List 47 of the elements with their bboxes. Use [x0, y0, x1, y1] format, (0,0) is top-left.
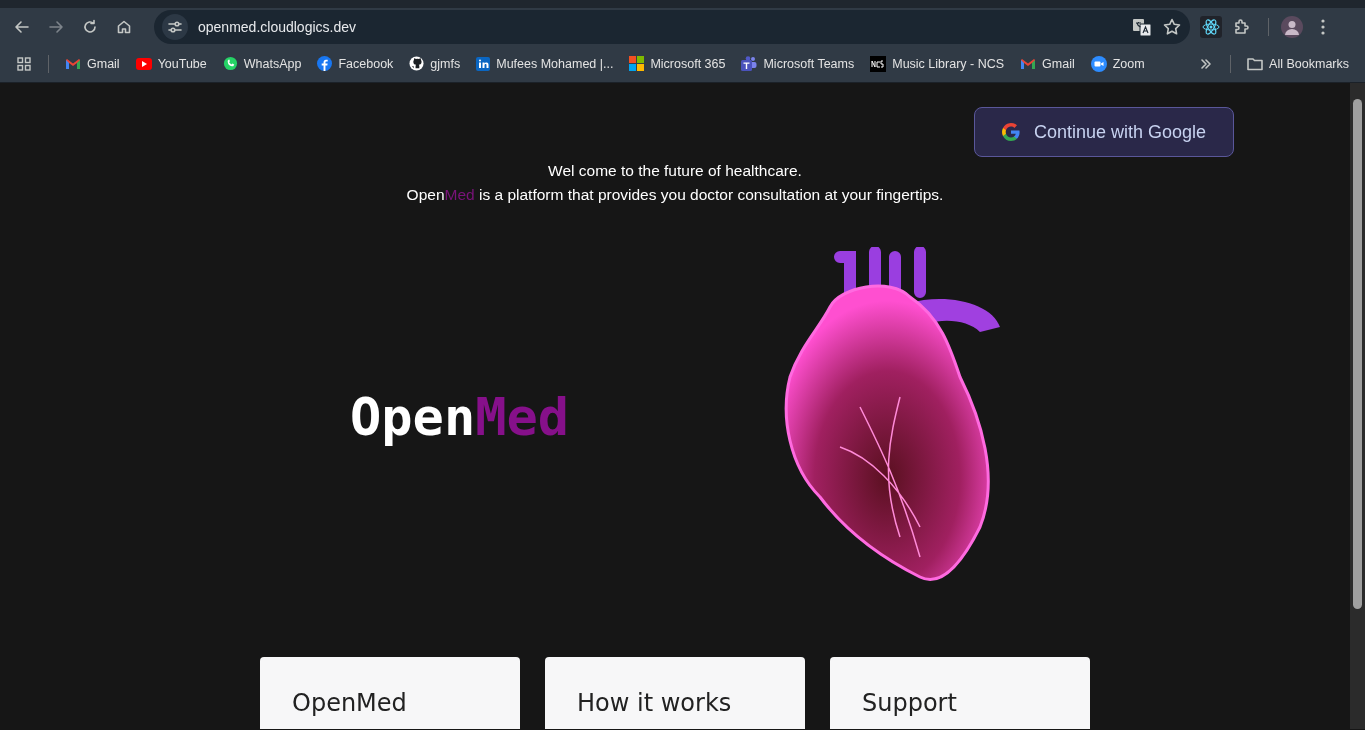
address-bar[interactable]: openmed.cloudlogics.dev [154, 9, 1190, 44]
bookmark-link[interactable]: Mufees Mohamed |... [470, 52, 620, 75]
site-settings-icon[interactable] [162, 13, 188, 40]
people-icon [741, 56, 758, 71]
in-icon [476, 56, 491, 71]
arrow-right-icon[interactable] [48, 18, 64, 35]
grid-icon[interactable] [17, 56, 31, 71]
play-icon [135, 57, 152, 70]
url-text: openmed.cloudlogics.dev [198, 18, 357, 35]
card-title: Support [862, 689, 958, 717]
mail-icon [65, 57, 81, 70]
bookmark-link[interactable]: WhatsApp [216, 52, 308, 75]
three-dots-icon[interactable] [1321, 18, 1325, 35]
bookmark-link[interactable]: Zoom [1084, 51, 1151, 76]
puzzle-icon[interactable] [1233, 17, 1251, 36]
bookmark-link[interactable]: Music Library - NCS [864, 51, 1011, 76]
google-login-button[interactable]: Continue with Google [973, 107, 1234, 157]
welcome-text: Wel come to the future of healthcare. [547, 161, 803, 181]
arrow-left-icon[interactable] [14, 18, 30, 35]
bookmark-link[interactable]: Microsoft Teams [735, 52, 861, 75]
card-title: OpenMed [292, 689, 408, 717]
translate-icon[interactable] [1132, 16, 1152, 37]
four-squares-icon [629, 56, 645, 71]
chat-icon [222, 56, 238, 71]
folder-icon [1247, 56, 1264, 71]
all-bookmarks-link[interactable]: All Bookmarks [1241, 52, 1355, 75]
reload-icon[interactable] [82, 18, 98, 35]
bookmark-link[interactable]: Facebook [311, 52, 400, 75]
card-title: How it works [577, 689, 733, 717]
cat-icon [409, 56, 425, 71]
f-icon [317, 56, 333, 71]
atom-icon[interactable] [1200, 15, 1222, 38]
tagline-text: OpenMed is a platform that provides you doctor consultation at your fingertips. [405, 185, 945, 205]
house-icon[interactable] [116, 18, 132, 35]
scrollbar-thumb[interactable] [1353, 99, 1362, 609]
google-g-icon [1001, 123, 1020, 141]
openmed-logo: OpenMed [350, 387, 565, 447]
bookmark-link[interactable]: YouTube [129, 52, 213, 75]
camera-circle-icon [1090, 55, 1107, 72]
mail-icon [1020, 57, 1037, 70]
bookmark-link[interactable]: Microsoft 365 [623, 52, 732, 75]
bookmark-link[interactable]: Gmail [59, 52, 126, 75]
bookmark-link[interactable]: gjmfs [403, 52, 467, 75]
double-chevron-icon[interactable] [1200, 57, 1213, 70]
bookmark-link[interactable]: Gmail [1014, 52, 1081, 75]
avatar-icon[interactable] [1281, 15, 1303, 38]
star-icon[interactable] [1162, 16, 1182, 37]
